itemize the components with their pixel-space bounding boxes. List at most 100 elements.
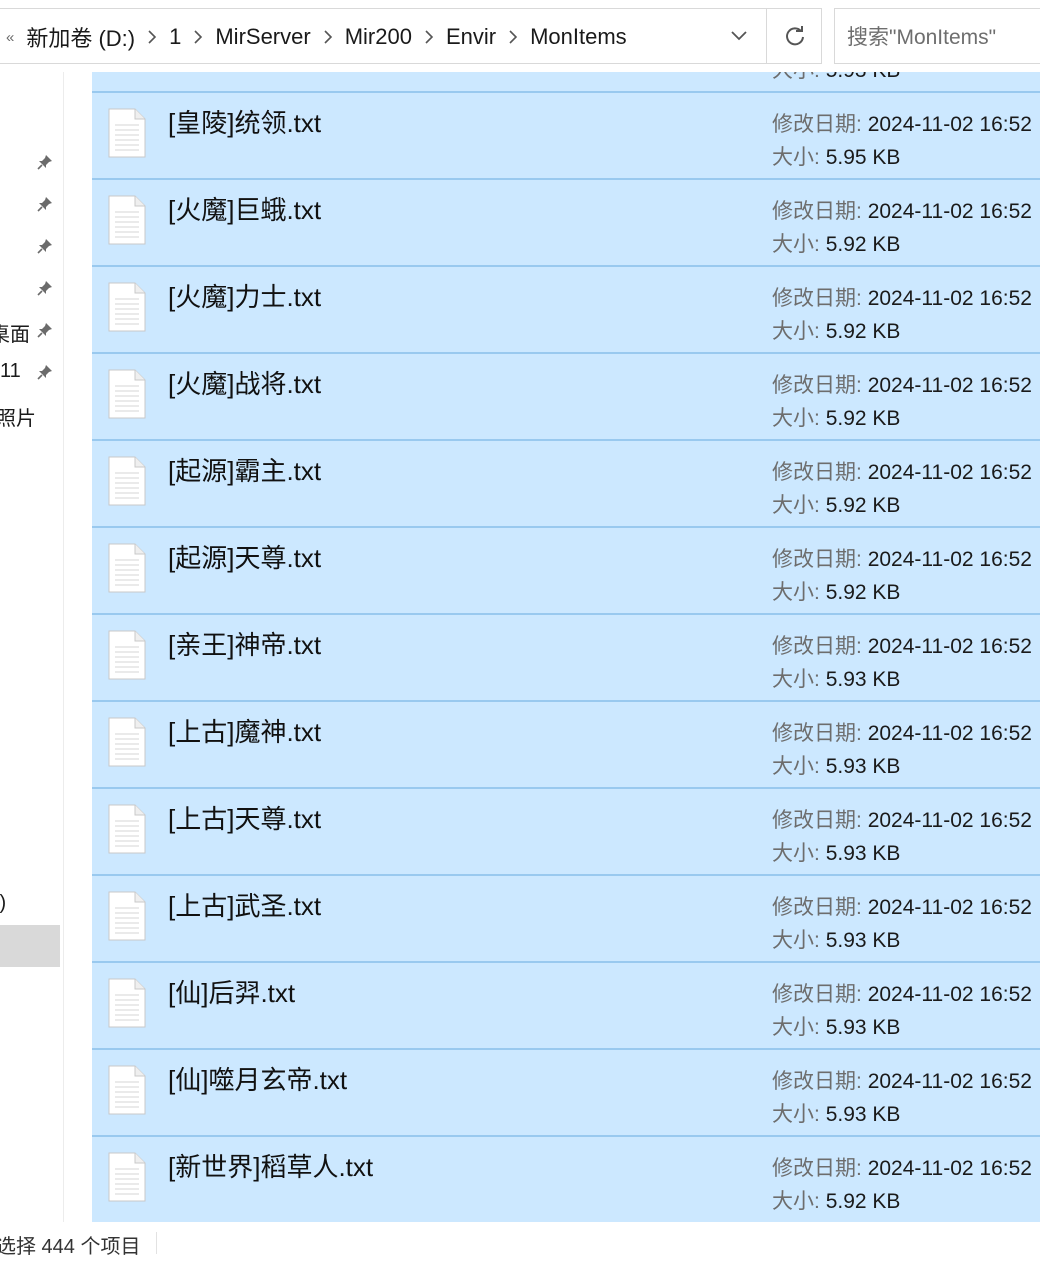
- file-name[interactable]: [上古]魔神.txt: [168, 712, 321, 749]
- file-name[interactable]: [皇陵]统领.txt: [168, 103, 321, 140]
- file-row[interactable]: [新世界]稻草人.txt 修改日期: 2024-11-02 16:52 大小: 5.…: [92, 1135, 1040, 1222]
- chevron-right-icon[interactable]: [139, 30, 165, 44]
- address-history-button[interactable]: [712, 9, 766, 63]
- file-row[interactable]: [火魔]力士.txt 修改日期: 2024-11-02 16:52 大小: 5.92…: [92, 265, 1040, 352]
- refresh-button[interactable]: [766, 9, 822, 63]
- pin-icon[interactable]: [34, 361, 56, 383]
- size-value: 5.93 KB: [825, 842, 901, 865]
- file-name[interactable]: [仙]后羿.txt: [168, 973, 295, 1010]
- file-name[interactable]: [起源]霸主.txt: [168, 451, 321, 488]
- size-value: 5.93 KB: [825, 929, 901, 952]
- nav-item-desktop[interactable]: 桌面: [0, 318, 30, 347]
- chevron-right-icon[interactable]: [315, 30, 341, 44]
- file-size: 大小: 5.93 KB: [772, 837, 900, 867]
- chevron-right-icon[interactable]: [185, 30, 211, 44]
- size-value: 5.92 KB: [825, 320, 901, 343]
- date-label: 修改日期:: [772, 461, 862, 484]
- status-bar: 选择 444 个项目: [0, 1222, 1040, 1263]
- file-row[interactable]: [起源]天尊.txt 修改日期: 2024-11-02 16:52 大小: 5.92…: [92, 526, 1040, 613]
- file-name[interactable]: [火魔]力士.txt: [168, 277, 321, 314]
- date-label: 修改日期:: [772, 896, 862, 919]
- chevron-down-icon: [731, 31, 747, 41]
- file-row[interactable]: [上古]天尊.txt 修改日期: 2024-11-02 16:52 大小: 5.93…: [92, 787, 1040, 874]
- breadcrumb-item-mir200[interactable]: Mir200: [341, 24, 416, 50]
- file-date: 修改日期: 2024-11-02 16:52: [772, 543, 1032, 573]
- file-name[interactable]: [上古]武圣.txt: [168, 886, 321, 923]
- date-label: 修改日期:: [772, 200, 862, 223]
- file-date: 修改日期: 2024-11-02 16:52: [772, 978, 1032, 1008]
- date-label: 修改日期:: [772, 374, 862, 397]
- file-size: 大小: 5.92 KB: [772, 228, 900, 258]
- breadcrumb-item-monitems[interactable]: MonItems: [526, 24, 631, 50]
- text-file-icon: [108, 369, 146, 419]
- file-row[interactable]: [仙]后羿.txt 修改日期: 2024-11-02 16:52 大小: 5.93 …: [92, 961, 1040, 1048]
- date-value: 2024-11-02 16:52: [867, 809, 1032, 832]
- date-value: 2024-11-02 16:52: [867, 896, 1032, 919]
- file-row[interactable]: [皇陵]统领.txt 修改日期: 2024-11-02 16:52 大小: 5.95…: [92, 91, 1040, 178]
- file-size: 大小: 5.93 KB: [772, 72, 900, 84]
- size-label: 大小:: [772, 233, 820, 256]
- text-file-icon: [108, 1065, 146, 1115]
- size-value: 5.92 KB: [825, 407, 901, 430]
- text-file-icon: [108, 195, 146, 245]
- file-size: 大小: 5.92 KB: [772, 1185, 900, 1215]
- file-row[interactable]: [起源]霸主.txt 修改日期: 2024-11-02 16:52 大小: 5.92…: [92, 439, 1040, 526]
- size-label: 大小:: [772, 146, 820, 169]
- chevron-right-icon[interactable]: [416, 30, 442, 44]
- pin-icon[interactable]: [34, 151, 56, 173]
- chevron-right-icon[interactable]: [500, 30, 526, 44]
- breadcrumb-item-drive[interactable]: 新加卷 (D:): [22, 21, 139, 53]
- nav-item-selected[interactable]: [0, 925, 60, 967]
- file-name[interactable]: [亲王]神帝.txt: [168, 625, 321, 662]
- file-date: 修改日期: 2024-11-02 16:52: [772, 282, 1032, 312]
- status-divider: [156, 1232, 157, 1254]
- file-row-partial[interactable]: 大小: 5.93 KB: [92, 72, 1040, 91]
- nav-item-photos[interactable]: 照片: [0, 402, 36, 431]
- pin-icon[interactable]: [34, 319, 56, 341]
- date-label: 修改日期:: [772, 548, 862, 571]
- date-label: 修改日期:: [772, 1070, 862, 1093]
- file-name[interactable]: [新世界]稻草人.txt: [168, 1147, 373, 1184]
- file-row[interactable]: [亲王]神帝.txt 修改日期: 2024-11-02 16:52 大小: 5.93…: [92, 613, 1040, 700]
- size-value: 5.93 KB: [825, 668, 901, 691]
- file-row[interactable]: [火魔]巨蛾.txt 修改日期: 2024-11-02 16:52 大小: 5.92…: [92, 178, 1040, 265]
- nav-item-drive[interactable]: :): [0, 892, 6, 915]
- pin-icon[interactable]: [34, 193, 56, 215]
- breadcrumb-overflow[interactable]: «: [0, 29, 22, 46]
- file-list[interactable]: 大小: 5.93 KB [皇陵]统领.txt 修改日期: 2024-11-02 1…: [92, 72, 1040, 1222]
- search-input[interactable]: 搜索"MonItems": [834, 8, 1040, 64]
- breadcrumb-item-1[interactable]: 1: [165, 24, 185, 50]
- address-bar[interactable]: « 新加卷 (D:) 1 MirServer Mir200 Envir MonI…: [0, 8, 822, 64]
- size-label: 大小:: [772, 755, 820, 778]
- file-date: 修改日期: 2024-11-02 16:52: [772, 717, 1032, 747]
- date-value: 2024-11-02 16:52: [867, 722, 1032, 745]
- pin-icon[interactable]: [34, 235, 56, 257]
- size-value: 5.93 KB: [825, 1016, 901, 1039]
- file-name[interactable]: [火魔]战将.txt: [168, 364, 321, 401]
- file-size: 大小: 5.92 KB: [772, 402, 900, 432]
- pin-icon[interactable]: [34, 277, 56, 299]
- date-value: 2024-11-02 16:52: [867, 374, 1032, 397]
- file-date: 修改日期: 2024-11-02 16:52: [772, 369, 1032, 399]
- file-row[interactable]: [上古]魔神.txt 修改日期: 2024-11-02 16:52 大小: 5.93…: [92, 700, 1040, 787]
- file-name[interactable]: [上古]天尊.txt: [168, 799, 321, 836]
- file-date: 修改日期: 2024-11-02 16:52: [772, 456, 1032, 486]
- file-row[interactable]: [火魔]战将.txt 修改日期: 2024-11-02 16:52 大小: 5.92…: [92, 352, 1040, 439]
- file-size: 大小: 5.93 KB: [772, 1011, 900, 1041]
- file-name[interactable]: [仙]噬月玄帝.txt: [168, 1060, 347, 1097]
- date-label: 修改日期:: [772, 983, 862, 1006]
- file-row[interactable]: [仙]噬月玄帝.txt 修改日期: 2024-11-02 16:52 大小: 5.9…: [92, 1048, 1040, 1135]
- file-row[interactable]: [上古]武圣.txt 修改日期: 2024-11-02 16:52 大小: 5.93…: [92, 874, 1040, 961]
- breadcrumb-item-envir[interactable]: Envir: [442, 24, 500, 50]
- selection-count: 选择 444 个项目: [0, 1236, 141, 1258]
- size-label: 大小:: [772, 494, 820, 517]
- breadcrumb-item-mirserver[interactable]: MirServer: [211, 24, 314, 50]
- nav-item-11[interactable]: 11: [0, 360, 21, 383]
- size-label: 大小:: [772, 668, 820, 691]
- file-size: 大小: 5.92 KB: [772, 315, 900, 345]
- file-date: 修改日期: 2024-11-02 16:52: [772, 891, 1032, 921]
- size-value: 5.92 KB: [825, 233, 901, 256]
- date-value: 2024-11-02 16:52: [867, 983, 1032, 1006]
- file-name[interactable]: [火魔]巨蛾.txt: [168, 190, 321, 227]
- file-name[interactable]: [起源]天尊.txt: [168, 538, 321, 575]
